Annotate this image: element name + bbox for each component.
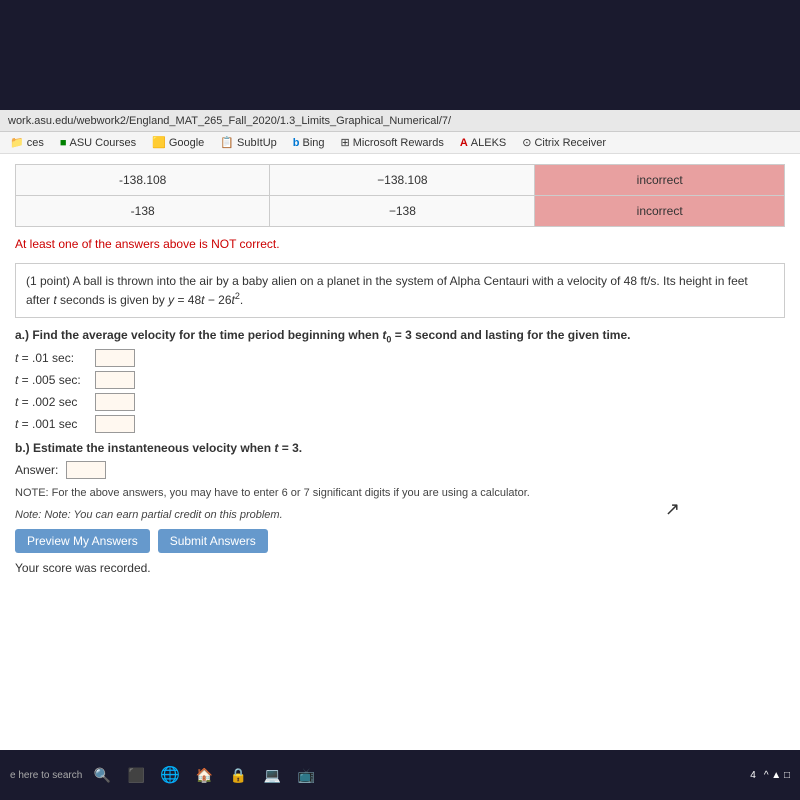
- bookmark-google[interactable]: 🟨 Google: [148, 135, 208, 150]
- ces-icon: 📁: [10, 136, 24, 149]
- t4-row: t = .001 sec: [15, 415, 785, 433]
- t1-label: t = .01 sec:: [15, 351, 95, 365]
- part-b-label: b.) Estimate the instanteneous velocity …: [15, 441, 785, 455]
- problem-box: (1 point) A ball is thrown into the air …: [15, 263, 785, 318]
- search-placeholder-text: e here to search: [10, 770, 82, 781]
- bookmark-ces[interactable]: 📁 ces: [6, 135, 48, 150]
- citrix-icon: ⊙: [522, 136, 531, 149]
- bookmark-asu[interactable]: ■ ASU Courses: [56, 136, 140, 150]
- problem-intro: (1 point) A ball is thrown into the air …: [26, 272, 774, 309]
- answer-input[interactable]: [66, 461, 106, 479]
- taskbar-edge-icon[interactable]: 🌐: [156, 761, 184, 789]
- bookmark-bing[interactable]: b Bing: [289, 136, 329, 150]
- taskbar-left: e here to search 🔍 ⬛ 🌐 🏠 🔒 💻 📺: [10, 761, 320, 789]
- google-icon: 🟨: [152, 136, 166, 149]
- t2-label: t = .005 sec:: [15, 373, 95, 387]
- taskbar-pc-icon[interactable]: 💻: [258, 761, 286, 789]
- row1-col1: -138.108: [16, 165, 270, 196]
- aleks-icon: A: [460, 137, 468, 149]
- t3-input[interactable]: [95, 393, 135, 411]
- partial-credit-note: Note: Note: You can earn partial credit …: [15, 509, 785, 521]
- row1-status: incorrect: [535, 165, 785, 196]
- taskbar-search-icon[interactable]: 🔍: [88, 761, 116, 789]
- bookmark-aleks[interactable]: A ALEKS: [456, 136, 510, 150]
- url-text: work.asu.edu/webwork2/England_MAT_265_Fa…: [8, 115, 451, 127]
- taskbar: e here to search 🔍 ⬛ 🌐 🏠 🔒 💻 📺 4 ^ ▲ □: [0, 750, 800, 800]
- score-recorded: Your score was recorded.: [15, 561, 785, 575]
- row2-status: incorrect: [535, 196, 785, 227]
- button-row: Preview My Answers Submit Answers: [15, 529, 785, 553]
- table-row-2: -138 −138 incorrect: [16, 196, 785, 227]
- top-dark-area: [0, 0, 800, 110]
- taskbar-tv-icon[interactable]: 📺: [292, 761, 320, 789]
- search-bar[interactable]: e here to search: [10, 770, 82, 781]
- taskbar-system-icons: ^ ▲ □: [764, 770, 790, 781]
- t1-row: t = .01 sec:: [15, 349, 785, 367]
- answer-table: -138.108 −138.108 incorrect -138 −138 in…: [15, 164, 785, 227]
- taskbar-lock-icon[interactable]: 🔒: [224, 761, 252, 789]
- t3-row: t = .002 sec: [15, 393, 785, 411]
- asu-icon: ■: [60, 137, 67, 149]
- t1-input[interactable]: [95, 349, 135, 367]
- bing-icon: b: [293, 137, 300, 149]
- t4-input[interactable]: [95, 415, 135, 433]
- note-text: NOTE: For the above answers, you may hav…: [15, 487, 785, 499]
- row2-col2: −138: [270, 196, 535, 227]
- t3-label: t = .002 sec: [15, 395, 95, 409]
- not-correct-message: At least one of the answers above is NOT…: [15, 237, 785, 251]
- row1-col2: −138.108: [270, 165, 535, 196]
- answer-row: Answer:: [15, 461, 785, 479]
- preview-button[interactable]: Preview My Answers: [15, 529, 150, 553]
- bookmarks-bar: 📁 ces ■ ASU Courses 🟨 Google 📋 SubItUp b…: [0, 132, 800, 154]
- address-bar[interactable]: work.asu.edu/webwork2/England_MAT_265_Fa…: [0, 110, 800, 132]
- bookmark-citrix[interactable]: ⊙ Citrix Receiver: [518, 135, 610, 150]
- taskbar-right: 4 ^ ▲ □: [750, 770, 790, 781]
- taskbar-explorer-icon[interactable]: 🏠: [190, 761, 218, 789]
- answer-label: Answer:: [15, 463, 58, 477]
- bookmark-microsoft-rewards[interactable]: ⊞ Microsoft Rewards: [337, 135, 448, 150]
- t2-input[interactable]: [95, 371, 135, 389]
- browser-window: work.asu.edu/webwork2/England_MAT_265_Fa…: [0, 110, 800, 800]
- t4-label: t = .001 sec: [15, 417, 95, 431]
- subitup-icon: 📋: [220, 136, 234, 149]
- t2-row: t = .005 sec:: [15, 371, 785, 389]
- submit-button[interactable]: Submit Answers: [158, 529, 268, 553]
- bookmark-subItUp[interactable]: 📋 SubItUp: [216, 135, 280, 150]
- row2-col1: -138: [16, 196, 270, 227]
- taskbar-cortana-icon[interactable]: ⬛: [122, 761, 150, 789]
- ms-rewards-icon: ⊞: [341, 136, 350, 149]
- page-content: -138.108 −138.108 incorrect -138 −138 in…: [0, 154, 800, 750]
- table-row-1: -138.108 −138.108 incorrect: [16, 165, 785, 196]
- part-a-label: a.) Find the average velocity for the ti…: [15, 328, 785, 344]
- taskbar-clock: 4: [750, 770, 756, 781]
